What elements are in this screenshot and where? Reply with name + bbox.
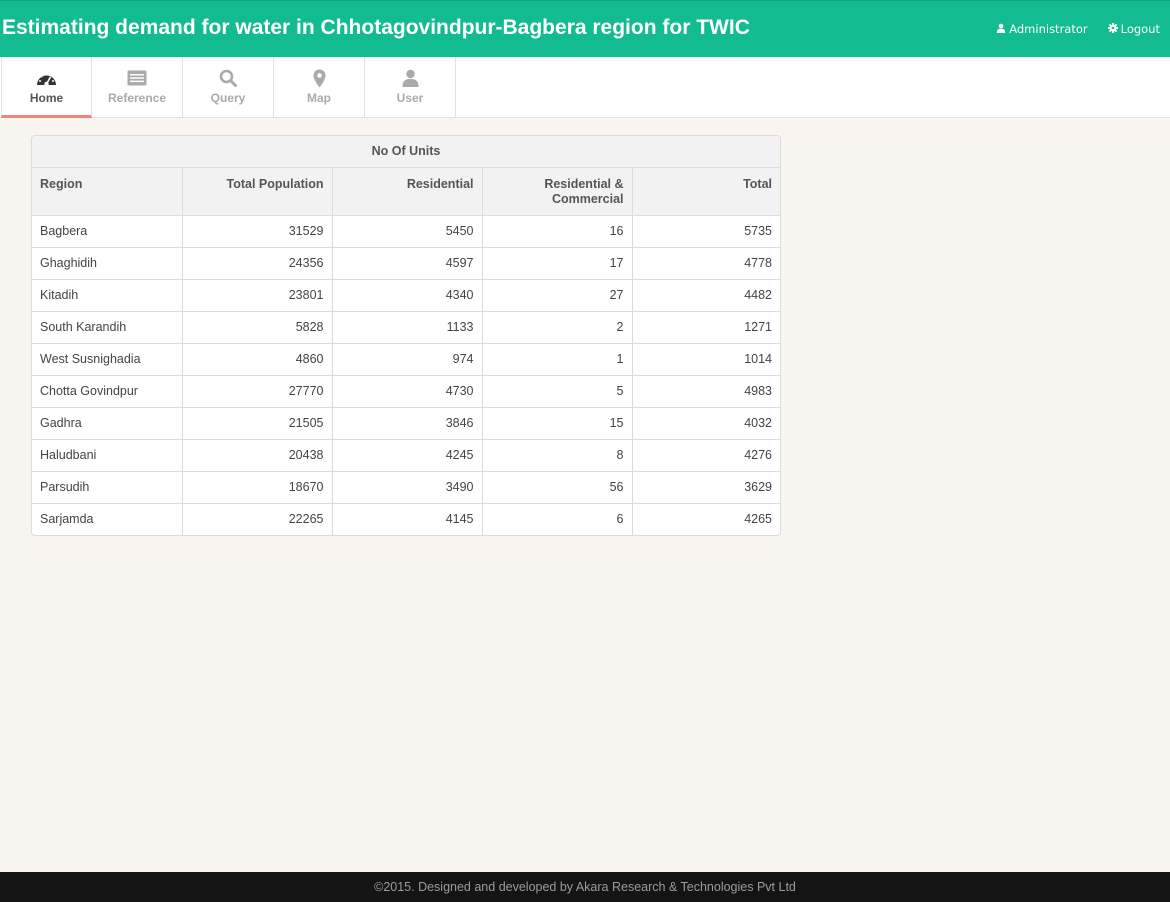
administrator-link[interactable]: Administrator [996,22,1088,36]
total-population-cell: 27770 [181,374,333,408]
total-population-cell: 18670 [181,470,333,504]
total-population-cell: 21505 [181,406,333,440]
residential-commercial-cell: 27 [481,278,633,312]
administrator-label: Administrator [1009,22,1088,36]
residential-cell: 4597 [331,246,483,280]
table-row: Gadhra 21505 3846 15 4032 [32,406,780,440]
tab-reference[interactable]: Reference [92,57,183,118]
residential-commercial-cell: 2 [481,310,633,344]
region-cell: Ghaghidih [32,246,183,280]
total-population-cell: 22265 [181,502,333,535]
tab-user[interactable]: User [365,57,456,118]
residential-cell: 4145 [331,502,483,535]
region-cell: Kitadih [32,278,183,312]
list-icon [126,68,148,88]
total-cell: 1014 [631,342,780,376]
user-icon [399,68,421,88]
residential-cell: 4245 [331,438,483,472]
residential-commercial-cell: 1 [481,342,633,376]
region-cell: Gadhra [32,406,183,440]
logout-label: Logout [1120,22,1160,36]
column-header-total: Total [631,166,780,216]
residential-commercial-cell: 8 [481,438,633,472]
tab-map[interactable]: Map [274,57,365,118]
search-icon [217,68,239,88]
tab-home[interactable]: Home [1,57,92,118]
total-cell: 3629 [631,470,780,504]
tab-reference-label: Reference [107,91,167,105]
units-table-card: No Of Units Region Total Population Resi… [31,135,781,536]
total-population-cell: 4860 [181,342,333,376]
total-population-cell: 31529 [181,214,333,248]
table-row: Bagbera 31529 5450 16 5735 [32,214,780,248]
units-table: No Of Units Region Total Population Resi… [32,136,780,535]
total-cell: 4032 [631,406,780,440]
header-actions: Administrator Logout [996,22,1160,36]
dashboard-icon [36,68,58,88]
group-header: No Of Units [32,136,780,168]
residential-commercial-cell: 15 [481,406,633,440]
region-cell: Parsudih [32,470,183,504]
region-cell: West Susnighadia [32,342,183,376]
app-title: Estimating demand for water in Chhotagov… [2,16,750,39]
total-population-cell: 20438 [181,438,333,472]
gear-icon [1107,22,1118,36]
residential-cell: 1133 [331,310,483,344]
residential-commercial-cell: 6 [481,502,633,535]
tab-user-label: User [396,91,424,105]
residential-commercial-cell: 56 [481,470,633,504]
column-header-region: Region [32,166,183,216]
table-row: Haludbani 20438 4245 8 4276 [32,438,780,472]
tab-query-label: Query [210,91,246,105]
tab-map-label: Map [307,91,331,105]
residential-cell: 3846 [331,406,483,440]
residential-cell: 974 [331,342,483,376]
total-population-cell: 23801 [181,278,333,312]
table-row: West Susnighadia 4860 974 1 1014 [32,342,780,376]
region-cell: Sarjamda [32,502,183,535]
column-header-residential-commercial: Residential & Commercial [481,166,633,216]
total-cell: 4265 [631,502,780,535]
table-row: South Karandih 5828 1133 2 1271 [32,310,780,344]
residential-cell: 5450 [331,214,483,248]
total-population-cell: 5828 [181,310,333,344]
total-cell: 5735 [631,214,780,248]
table-body: Bagbera 31529 5450 16 5735 Ghaghidih 24356 4597… [32,214,780,535]
total-cell: 4482 [631,278,780,312]
residential-cell: 4730 [331,374,483,408]
region-cell: Chotta Govindpur [32,374,183,408]
total-cell: 4778 [631,246,780,280]
tab-query[interactable]: Query [183,57,274,118]
tab-bar: Home Reference Query Map User [0,57,1170,118]
residential-cell: 3490 [331,470,483,504]
region-cell: Bagbera [32,214,183,248]
residential-commercial-cell: 16 [481,214,633,248]
region-cell: South Karandih [32,310,183,344]
top-header: Estimating demand for water in Chhotagov… [0,0,1170,57]
logout-link[interactable]: Logout [1107,22,1160,36]
table-row: Ghaghidih 24356 4597 17 4778 [32,246,780,280]
table-row: Chotta Govindpur 27770 4730 5 4983 [32,374,780,408]
table-row: Parsudih 18670 3490 56 3629 [32,470,780,504]
total-cell: 4983 [631,374,780,408]
total-cell: 4276 [631,438,780,472]
column-header-residential: Residential [331,166,483,216]
table-row: Kitadih 23801 4340 27 4482 [32,278,780,312]
column-header-total-population: Total Population [181,166,333,216]
table-row: Sarjamda 22265 4145 6 4265 [32,502,780,535]
region-cell: Haludbani [32,438,183,472]
footer: ©2015. Designed and developed by Akara R… [0,872,1170,902]
user-icon [996,22,1006,36]
residential-commercial-cell: 5 [481,374,633,408]
tab-home-label: Home [29,91,64,105]
total-cell: 1271 [631,310,780,344]
residential-commercial-cell: 17 [481,246,633,280]
total-population-cell: 24356 [181,246,333,280]
residential-cell: 4340 [331,278,483,312]
footer-text: ©2015. Designed and developed by Akara R… [374,880,796,894]
map-marker-icon [308,68,330,88]
